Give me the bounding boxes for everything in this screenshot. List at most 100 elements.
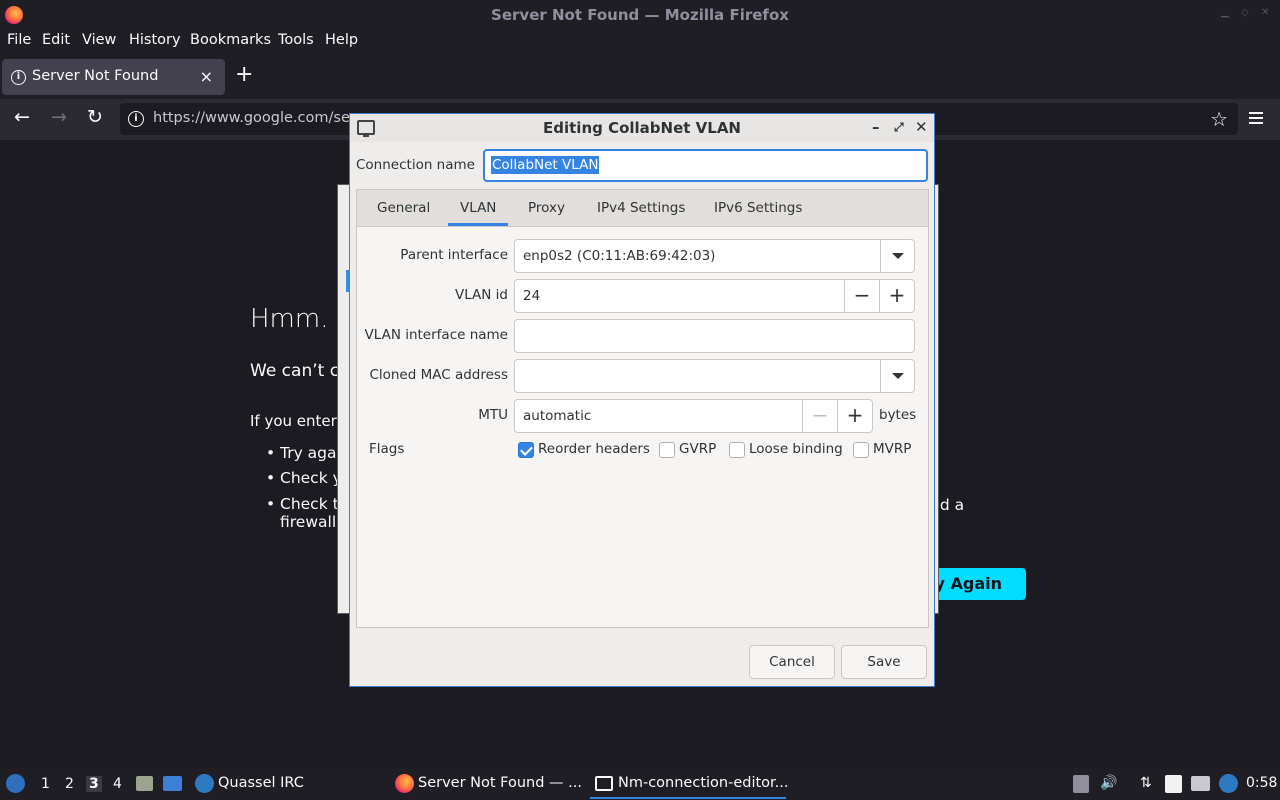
mtu-unit-label: bytes — [879, 407, 917, 423]
loose-binding-label[interactable]: Loose binding — [749, 441, 843, 457]
cancel-button[interactable]: Cancel — [749, 645, 835, 679]
tab-general[interactable]: General — [377, 200, 430, 216]
flags-label: Flags — [369, 441, 405, 457]
dialog-maximize-icon[interactable]: ⤢ — [894, 120, 904, 135]
reorder-headers-label[interactable]: Reorder headers — [538, 441, 650, 457]
menu-bar: File Edit View History Bookmarks Tools H… — [0, 29, 1280, 54]
start-menu-icon[interactable] — [6, 774, 25, 793]
tab-vlan[interactable]: VLAN — [460, 200, 496, 216]
workspace-3[interactable]: 3 — [86, 776, 102, 792]
tab-ipv4-settings[interactable]: IPv4 Settings — [597, 200, 685, 216]
vlan-id-decrement-button[interactable]: − — [844, 280, 879, 312]
clock: 0:58 — [1246, 775, 1278, 791]
vlan-id-spinbutton[interactable]: 24 − + — [514, 279, 915, 313]
menu-history[interactable]: History — [129, 32, 181, 48]
connection-name-input[interactable]: CollabNet VLAN — [483, 149, 928, 182]
bookmark-star-icon[interactable]: ☆ — [1210, 107, 1228, 131]
cloned-mac-label: Cloned MAC address — [369, 367, 508, 383]
desktop-icon[interactable] — [163, 776, 182, 791]
notification-icon[interactable] — [1191, 776, 1210, 791]
dialog-titlebar: Editing CollabNet VLAN – ⤢ ✕ — [350, 114, 934, 142]
back-arrow-icon[interactable]: ← — [14, 107, 30, 127]
vlan-interface-name-input[interactable] — [514, 319, 915, 353]
vlan-id-increment-button[interactable]: + — [879, 280, 914, 312]
minimize-icon[interactable]: ▁ — [1221, 8, 1231, 18]
mvrp-checkbox[interactable] — [853, 442, 869, 458]
gvrp-checkbox[interactable] — [659, 442, 675, 458]
mtu-label: MTU — [478, 407, 508, 423]
notes-icon[interactable] — [1165, 775, 1182, 793]
active-tab-indicator — [448, 223, 508, 226]
tab-server-not-found[interactable]: i Server Not Found × — [2, 59, 225, 95]
nm-editor-task-icon — [595, 776, 613, 791]
mtu-increment-button[interactable]: + — [837, 400, 872, 432]
network-icon[interactable]: ⇅ — [1140, 775, 1152, 791]
menu-edit[interactable]: Edit — [42, 32, 70, 48]
quassel-icon — [195, 774, 214, 793]
app-menu-icon[interactable] — [1249, 112, 1263, 124]
close-icon[interactable]: ✕ — [1261, 8, 1271, 18]
error-bullet-3-cont: firewall — [280, 513, 337, 531]
save-button[interactable]: Save — [841, 645, 927, 679]
workspace-2[interactable]: 2 — [65, 776, 74, 792]
tab-title: Server Not Found — [32, 68, 159, 84]
reload-icon[interactable]: ↻ — [87, 107, 103, 127]
vlan-id-value: 24 — [523, 288, 541, 304]
window-title: Server Not Found — Mozilla Firefox — [491, 6, 789, 24]
workspace-4[interactable]: 4 — [113, 776, 122, 792]
menu-help[interactable]: Help — [325, 32, 358, 48]
file-manager-icon[interactable] — [136, 776, 153, 791]
volume-icon[interactable]: 🔊 — [1100, 775, 1117, 791]
vlan-interface-name-label: VLAN interface name — [364, 327, 508, 343]
info-icon: i — [11, 70, 26, 85]
cloned-mac-dropdown-icon[interactable] — [880, 360, 914, 392]
menu-view[interactable]: View — [82, 32, 116, 48]
tab-close-icon[interactable]: × — [200, 67, 213, 86]
mvrp-label[interactable]: MVRP — [873, 441, 911, 457]
parent-interface-combo[interactable]: enp0s2 (C0:11:AB:69:42:03) — [514, 239, 915, 273]
maximize-icon[interactable]: ◇ — [1241, 8, 1251, 18]
active-task-indicator — [590, 797, 786, 799]
menu-bookmarks[interactable]: Bookmarks — [190, 32, 271, 48]
reorder-headers-checkbox[interactable] — [518, 442, 534, 458]
tab-proxy[interactable]: Proxy — [528, 200, 565, 216]
menu-file[interactable]: File — [7, 32, 31, 48]
vlan-id-label: VLAN id — [454, 287, 508, 303]
forward-arrow-icon[interactable]: → — [51, 107, 67, 127]
gvrp-label[interactable]: GVRP — [679, 441, 716, 457]
updates-icon[interactable] — [1219, 774, 1238, 793]
workspace-1[interactable]: 1 — [41, 776, 50, 792]
settings-notebook: General VLAN Proxy IPv4 Settings IPv6 Se… — [356, 189, 929, 628]
menu-tools[interactable]: Tools — [278, 32, 314, 48]
parent-interface-label: Parent interface — [400, 247, 508, 263]
new-tab-button[interactable]: + — [235, 64, 253, 86]
task-quassel[interactable]: Quassel IRC — [218, 775, 304, 791]
window-titlebar: Server Not Found — Mozilla Firefox ▁ ◇ ✕ — [0, 0, 1280, 29]
url-text[interactable]: https://www.google.com/sea — [153, 110, 359, 126]
tab-ipv6-settings[interactable]: IPv6 Settings — [714, 200, 802, 216]
settings-tabs: General VLAN Proxy IPv4 Settings IPv6 Se… — [357, 190, 928, 227]
mtu-value: automatic — [523, 408, 592, 424]
taskbar: 1 2 3 4 Quassel IRC Server Not Found — .… — [0, 768, 1280, 800]
cloned-mac-combo[interactable] — [514, 359, 915, 393]
connection-name-value[interactable]: CollabNet VLAN — [491, 156, 600, 174]
dialog-close-icon[interactable]: ✕ — [915, 118, 928, 136]
mtu-decrement-button[interactable]: − — [802, 400, 837, 432]
edit-connection-dialog: Editing CollabNet VLAN – ⤢ ✕ Connection … — [349, 113, 935, 687]
dialog-minimize-icon[interactable]: – — [872, 118, 880, 136]
tab-bar: i Server Not Found × + — [0, 54, 1280, 99]
firefox-task-icon — [395, 774, 414, 793]
error-heading: Hmm. — [250, 304, 329, 334]
dialog-title: Editing CollabNet VLAN — [543, 119, 741, 137]
mtu-spinbutton[interactable]: automatic − + — [514, 399, 873, 433]
loose-binding-checkbox[interactable] — [729, 442, 745, 458]
task-nm-connection-editor[interactable]: Nm-connection-editor... — [618, 775, 789, 791]
parent-interface-dropdown-icon[interactable] — [880, 240, 914, 272]
parent-interface-value: enp0s2 (C0:11:AB:69:42:03) — [523, 248, 716, 264]
clipboard-icon[interactable] — [1073, 775, 1089, 793]
error-line-1: We can’t c — [250, 361, 340, 381]
site-info-icon[interactable]: i — [128, 111, 144, 127]
task-firefox[interactable]: Server Not Found — ... — [418, 775, 582, 791]
error-line-2: If you enter — [250, 412, 337, 430]
connection-name-label: Connection name — [356, 157, 475, 173]
